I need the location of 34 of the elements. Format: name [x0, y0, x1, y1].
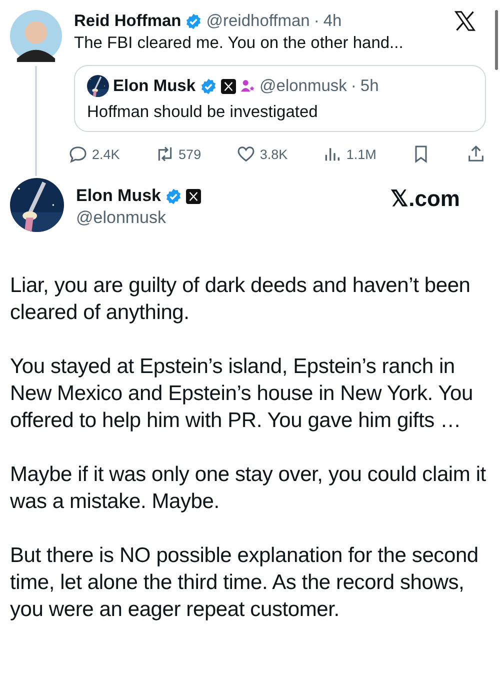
user-name[interactable]: Reid Hoffman	[74, 12, 182, 30]
speech-bubble-icon	[68, 144, 88, 164]
heart-icon	[236, 144, 256, 164]
post-time: 4h	[323, 12, 342, 30]
quoted-post-card[interactable]: Elon Musk @elonmusk · 5h Hoffman should be investigated	[74, 65, 486, 132]
avatar[interactable]	[10, 10, 62, 62]
x-logo-badge-icon	[220, 78, 236, 94]
people-icon	[240, 78, 256, 94]
post-paragraph: You stayed at Epstein’s island, Epstein’s ranch in New Mexico and Epstein’s house in New York. You offered to help him with PR. You gave him gifts …	[10, 354, 474, 434]
share-icon	[466, 144, 486, 164]
verified-badge-icon	[165, 188, 182, 204]
like-button[interactable]: 3.8K	[236, 144, 288, 164]
post-text: The FBI cleared me. You on the other hand...	[74, 34, 404, 53]
site-label: 𝕏.com	[390, 186, 460, 212]
dot-separator: ·	[350, 76, 356, 96]
verified-badge-icon	[200, 78, 217, 94]
user-handle[interactable]: @elonmusk	[76, 208, 202, 228]
dot-separator: ·	[314, 12, 320, 30]
post-time: 5h	[360, 76, 379, 96]
verified-badge-icon	[185, 12, 202, 30]
quoted-post-text: Hoffman should be investigated	[87, 103, 319, 122]
x-logo-badge-icon	[186, 188, 202, 204]
post-paragraph: Liar, you are guilty of dark deeds and haven’t been cleared of anything.	[10, 273, 472, 326]
user-name[interactable]: Elon Musk	[113, 76, 196, 96]
share-button[interactable]	[466, 144, 486, 164]
views-button[interactable]: 1.1M	[322, 144, 376, 164]
post-paragraph: Maybe if it was only one stay over, you could claim it was a mistake. Maybe.	[10, 462, 487, 515]
user-name[interactable]: Elon Musk	[76, 186, 162, 206]
user-handle[interactable]: @reidhoffman	[206, 12, 310, 30]
user-handle[interactable]: @elonmusk	[260, 76, 347, 96]
repost-button[interactable]: 579	[154, 144, 202, 164]
reply-button[interactable]: 2.4K	[68, 144, 120, 164]
x-logo-icon[interactable]	[454, 10, 476, 32]
post-paragraph: But there is NO possible explanation for the second time, let alone the third time. As the record shows, you were an eager repeat customer.	[10, 543, 480, 623]
